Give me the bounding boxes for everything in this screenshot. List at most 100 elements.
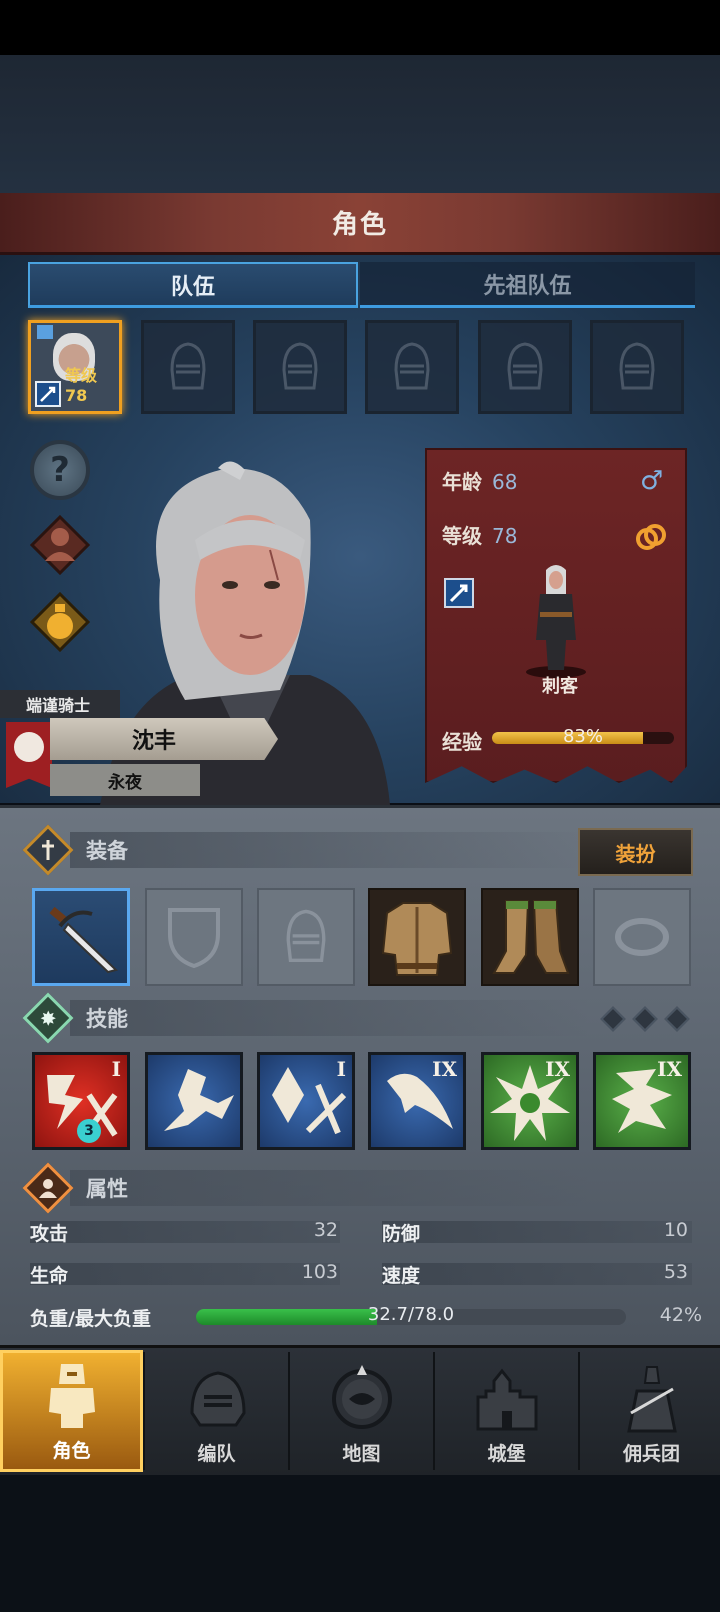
speed-value: 53 xyxy=(663,1261,688,1283)
header-backdrop xyxy=(0,55,720,195)
knight-icon xyxy=(48,1364,95,1428)
assassin-class-icon xyxy=(444,578,474,608)
hp-label: 生命 xyxy=(30,1265,69,1287)
helmet-placeholder-icon xyxy=(286,909,326,962)
nav-castle[interactable]: 城堡 xyxy=(435,1350,578,1472)
skill-slot-5[interactable]: IX xyxy=(481,1052,579,1150)
skill-rank: IX xyxy=(657,1057,682,1081)
equip-slot-shield[interactable] xyxy=(145,888,243,986)
attributes-header-bar xyxy=(70,1170,590,1206)
attributes-title: 属性 xyxy=(86,1177,128,1201)
equip-slot-helmet[interactable] xyxy=(257,888,355,986)
helmet-group-icon xyxy=(189,1371,246,1427)
skill-star-icon: ✸ xyxy=(22,992,74,1044)
age-row: 年龄 68 xyxy=(442,466,517,495)
attack-value: 32 xyxy=(313,1219,338,1241)
castle-icon xyxy=(476,1368,537,1431)
equipment-header: 装备 xyxy=(22,824,128,876)
exp-label: 经验 xyxy=(442,730,482,754)
nav-label: 城堡 xyxy=(487,1443,526,1465)
attributes-header: 属性 xyxy=(22,1162,128,1214)
tab-ancestor-party[interactable]: 先祖队伍 xyxy=(360,262,695,308)
helmet-placeholder-icon xyxy=(170,342,206,390)
load-percent: 42% xyxy=(659,1304,702,1326)
hero-title: 端谨骑士 xyxy=(0,690,120,718)
defense-label: 防御 xyxy=(382,1223,421,1245)
person-icon xyxy=(22,1162,74,1214)
potion-icon[interactable] xyxy=(30,592,90,652)
skill-slot-2[interactable] xyxy=(145,1052,243,1150)
mercenary-icon xyxy=(626,1366,677,1433)
nav-formation[interactable]: 编队 xyxy=(145,1350,288,1472)
dress-up-button[interactable]: 装扮 xyxy=(578,828,693,876)
nav-label: 编队 xyxy=(197,1443,236,1465)
assassin-class-icon xyxy=(35,381,61,407)
equip-slot-ring[interactable] xyxy=(593,888,691,986)
party-slot-empty[interactable] xyxy=(590,320,684,414)
age-value: 68 xyxy=(492,470,518,494)
helmet-placeholder-icon xyxy=(619,342,655,390)
help-icon[interactable]: ? xyxy=(30,440,90,500)
exp-percent: 83% xyxy=(562,726,603,747)
dash-icon xyxy=(164,1069,234,1131)
skill-rank: IX xyxy=(545,1057,570,1081)
nav-mercenaries[interactable]: 佣兵团 xyxy=(580,1350,720,1472)
party-slot-empty[interactable] xyxy=(253,320,347,414)
male-gender-icon: ♂ xyxy=(640,466,664,496)
skill-rank: I xyxy=(336,1057,346,1081)
attack-label: 攻击 xyxy=(30,1223,69,1245)
helmet-placeholder-icon xyxy=(394,342,430,390)
skill-slot-4[interactable]: IX xyxy=(368,1052,466,1150)
character-portrait-icon[interactable] xyxy=(30,515,90,575)
sun-emblem-icon xyxy=(14,732,44,762)
marriage-ring-icon[interactable] xyxy=(634,520,668,554)
nav-label: 角色 xyxy=(52,1440,91,1462)
hero-house: 永夜 xyxy=(50,764,200,796)
party-slot-empty[interactable] xyxy=(478,320,572,414)
helmet-placeholder-icon xyxy=(507,342,543,390)
nav-map[interactable]: 地图 xyxy=(290,1350,433,1472)
compass-map-icon xyxy=(331,1365,392,1429)
level-label: 等级 xyxy=(442,524,482,548)
leather-armor-icon xyxy=(381,902,453,976)
flag-icon xyxy=(37,325,53,339)
class-name: 刺客 xyxy=(542,676,578,697)
member-level: 等级78 xyxy=(65,366,98,405)
load-value: 32.7/78.0 xyxy=(367,1304,455,1325)
hp-value: 103 xyxy=(301,1261,338,1283)
skill-rank: IX xyxy=(432,1057,457,1081)
speed-label: 速度 xyxy=(382,1265,421,1287)
sword-icon xyxy=(22,824,74,876)
skills-title: 技能 xyxy=(86,1007,128,1031)
equip-slot-armor[interactable] xyxy=(368,888,466,986)
shield-placeholder-icon xyxy=(168,908,220,969)
ring-placeholder-icon xyxy=(615,918,669,956)
equipment-title: 装备 xyxy=(86,839,128,863)
nav-label: 佣兵团 xyxy=(622,1443,680,1465)
status-area xyxy=(0,0,720,55)
equip-slot-weapon[interactable] xyxy=(32,888,130,986)
page-title: 角色 xyxy=(331,210,388,240)
equip-slot-boots[interactable] xyxy=(481,888,579,986)
party-slot-1[interactable]: 等级78 xyxy=(28,320,122,414)
skill-slot-6[interactable]: IX xyxy=(593,1052,691,1150)
age-label: 年龄 xyxy=(442,470,482,494)
tab-party[interactable]: 队伍 xyxy=(28,262,358,308)
class-figure xyxy=(526,565,586,678)
equipment-header-bar xyxy=(70,832,590,868)
party-slot-empty[interactable] xyxy=(365,320,459,414)
party-slot-empty[interactable] xyxy=(141,320,235,414)
title-bar: 角色 xyxy=(0,193,720,255)
skill-charge-badge: 3 xyxy=(77,1119,101,1143)
skills-header-bar xyxy=(70,1000,590,1036)
skill-slot-3[interactable]: I xyxy=(257,1052,355,1150)
skill-slot-1[interactable]: I 3 xyxy=(32,1052,130,1150)
load-label: 负重/最大负重 xyxy=(30,1308,151,1330)
defense-value: 10 xyxy=(663,1219,688,1241)
helmet-placeholder-icon xyxy=(282,342,318,390)
skills-header: ✸ 技能 xyxy=(22,992,128,1044)
nav-character[interactable]: 角色 xyxy=(0,1350,143,1472)
nav-label: 地图 xyxy=(342,1443,381,1465)
leather-boots-icon xyxy=(492,900,570,974)
hero-name[interactable]: 沈丰 xyxy=(50,718,278,760)
